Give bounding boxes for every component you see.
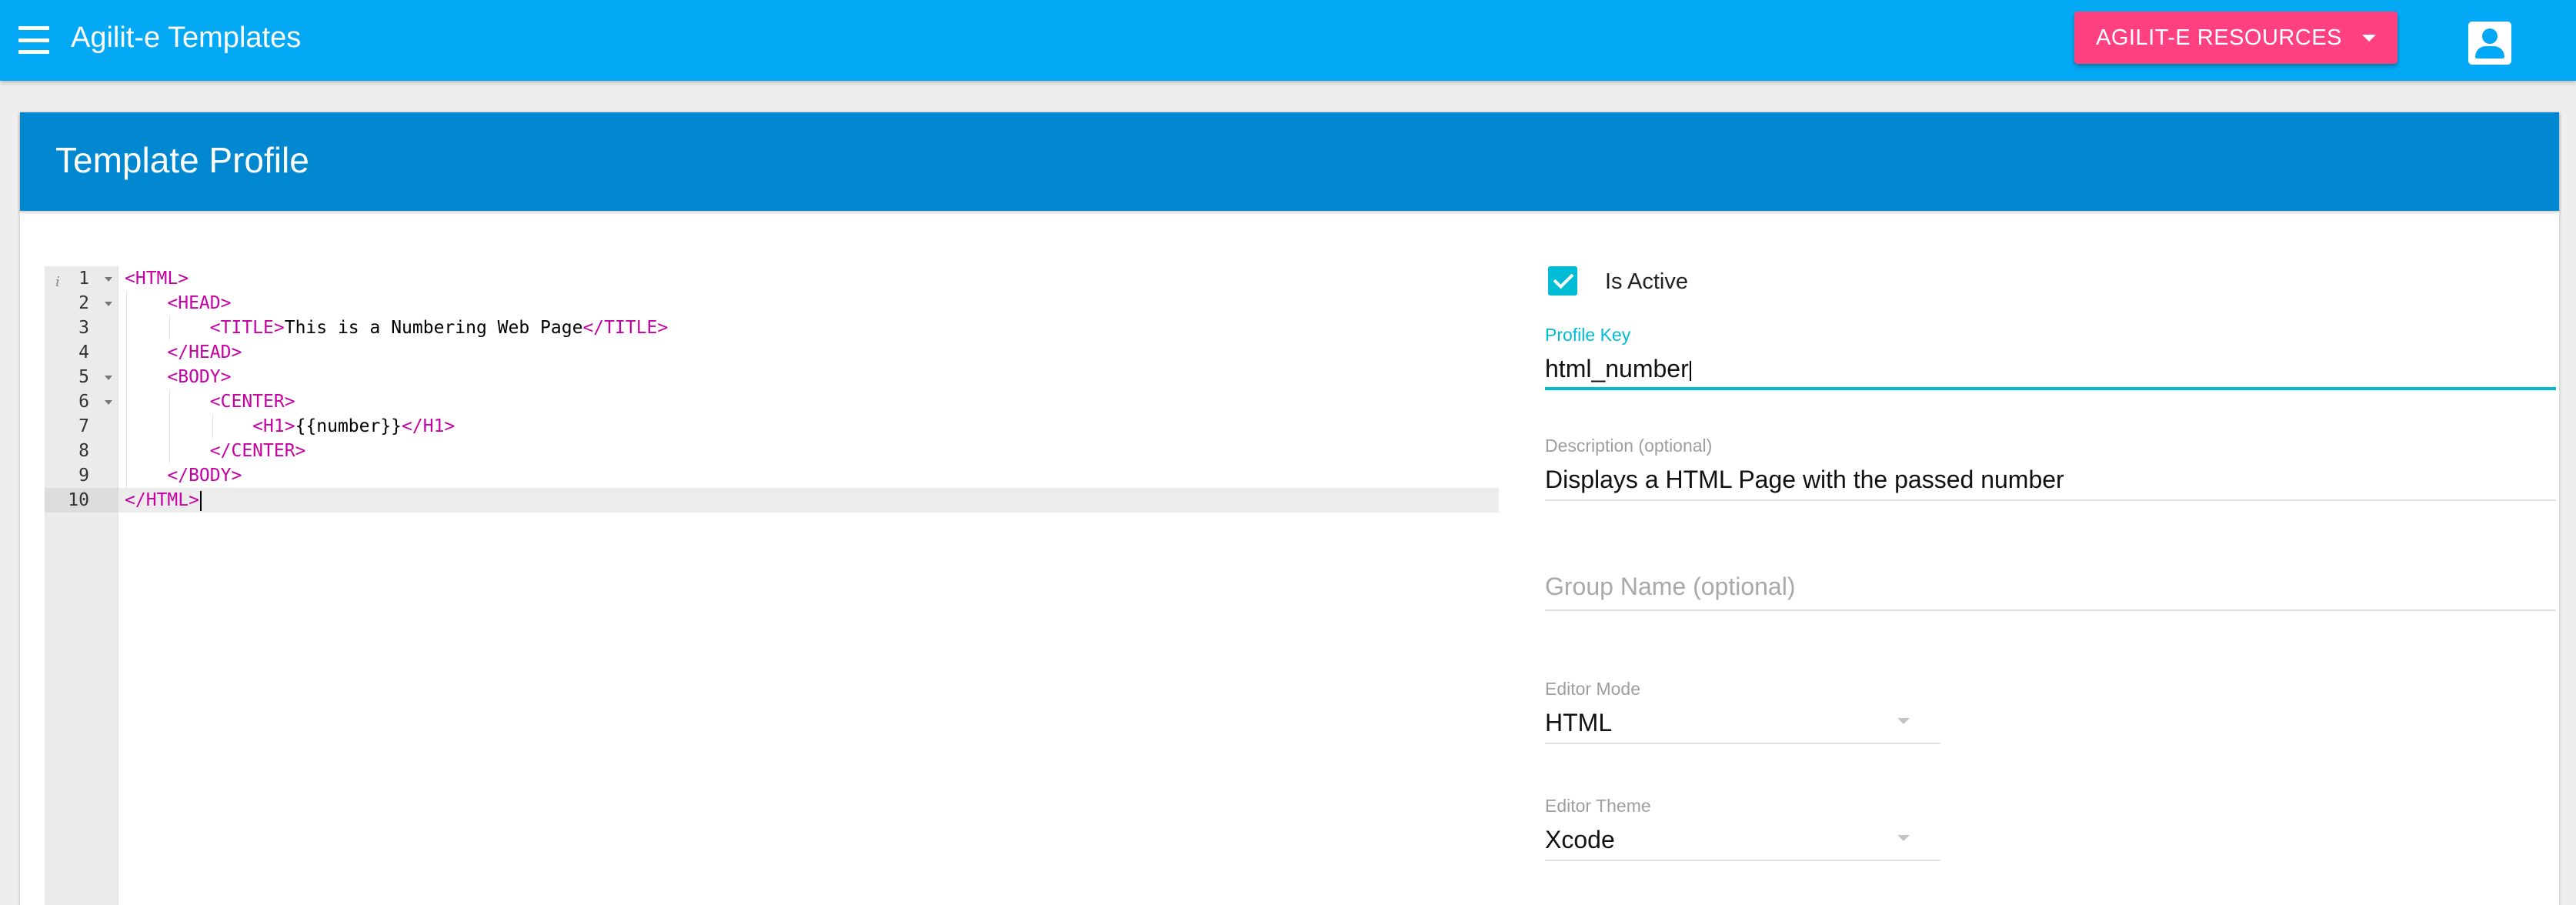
editor-mode-select[interactable]: Editor Mode HTML: [1545, 679, 1940, 744]
code-tag: <H1>: [252, 416, 295, 436]
editor-code-area[interactable]: <HTML> <HEAD> <TITLE>This is a Numbering…: [118, 266, 1499, 905]
line-number: 8: [45, 439, 118, 463]
template-profile-card: Template Profile 1 i 2 3 4 5 6 7 8 9 10 <HTML> <HE…: [20, 112, 2559, 905]
line-number: 1i: [45, 266, 118, 291]
description-underline: [1545, 499, 2556, 501]
code-tag: </CENTER>: [209, 441, 306, 461]
editor-theme-value: Xcode: [1545, 826, 1615, 853]
group-name-underline: [1545, 609, 2556, 611]
app-title: Agilit-e Templates: [71, 22, 302, 54]
code-tag: <TITLE>: [209, 318, 285, 338]
code-line[interactable]: <HTML>: [118, 266, 1499, 291]
chevron-down-icon[interactable]: [1897, 718, 1910, 724]
caret-down-icon: [2362, 34, 2376, 42]
text-cursor: [199, 490, 202, 511]
fold-arrow-icon[interactable]: [105, 376, 112, 380]
fold-arrow-icon[interactable]: [105, 302, 112, 306]
line-number-text: 6: [78, 392, 89, 412]
page-title: Template Profile: [55, 140, 309, 180]
account-box-icon[interactable]: [2468, 22, 2511, 65]
line-number-text: 9: [78, 466, 89, 486]
code-tag: </HEAD>: [167, 342, 242, 362]
profile-key-underline: [1545, 387, 2556, 390]
profile-key-label: Profile Key: [1545, 325, 1631, 345]
code-tag: <HEAD>: [167, 293, 232, 313]
code-tag: </H1>: [402, 416, 455, 436]
profile-form: Is Active Profile Key html_number Descri…: [1525, 266, 2556, 905]
code-text: This is a Numbering Web Page: [284, 318, 583, 338]
line-number: 5: [45, 365, 118, 389]
group-name-input[interactable]: Group Name (optional): [1545, 569, 2556, 603]
description-field[interactable]: Description (optional) Displays a HTML P…: [1545, 436, 2556, 501]
profile-key-field[interactable]: Profile Key html_number: [1545, 325, 2556, 390]
code-line[interactable]: </HEAD>: [118, 340, 1499, 365]
code-line[interactable]: <CENTER>: [118, 389, 1499, 414]
editor-theme-label: Editor Theme: [1545, 796, 1651, 816]
line-number-text: 3: [78, 318, 89, 338]
code-line[interactable]: <H1>{{number}}</H1>: [118, 414, 1499, 439]
text-cursor: [1689, 360, 1691, 381]
code-line[interactable]: <HEAD>: [118, 291, 1499, 316]
card-header: Template Profile: [20, 112, 2559, 211]
description-input[interactable]: Displays a HTML Page with the passed num…: [1545, 463, 2556, 496]
editor-theme-underline: [1545, 860, 1940, 861]
editor-theme-select[interactable]: Editor Theme Xcode: [1545, 796, 1940, 861]
indent-guide: [169, 316, 170, 340]
line-number-text: 4: [78, 342, 89, 362]
fold-arrow-icon[interactable]: [105, 277, 112, 282]
line-number-text: 2: [78, 293, 89, 313]
resources-button-label: AGILIT-E RESOURCES: [2095, 25, 2342, 50]
indent-guide: [126, 291, 127, 488]
description-label: Description (optional): [1545, 436, 1713, 456]
menu-icon[interactable]: [18, 26, 49, 54]
indent-guide: [169, 389, 170, 463]
code-tag: </TITLE>: [582, 318, 669, 338]
line-number-text: 8: [78, 441, 89, 461]
code-line[interactable]: </HTML>: [118, 488, 1499, 513]
line-number: 7: [45, 414, 118, 439]
profile-key-input[interactable]: html_number: [1545, 352, 2556, 386]
line-number-text: 1: [78, 269, 89, 289]
indent-guide: [212, 414, 213, 439]
code-editor[interactable]: 1 i 2 3 4 5 6 7 8 9 10 <HTML> <HEAD> <TITLE>This i…: [45, 266, 1499, 905]
code-line[interactable]: <BODY>: [118, 365, 1499, 389]
code-tag: </HTML>: [125, 490, 199, 510]
code-tag: <BODY>: [167, 367, 232, 387]
line-number: 2: [45, 291, 118, 316]
editor-mode-label: Editor Mode: [1545, 679, 1641, 699]
line-number: 3: [45, 316, 118, 340]
code-text: {{number}}: [295, 416, 402, 436]
line-number: 4: [45, 340, 118, 365]
agilit-e-resources-button[interactable]: AGILIT-E RESOURCES: [2074, 12, 2397, 64]
group-name-field[interactable]: Group Name (optional): [1545, 569, 2556, 611]
chevron-down-icon[interactable]: [1897, 835, 1910, 841]
line-number: 10: [45, 488, 118, 513]
editor-mode-underline: [1545, 743, 1940, 744]
code-line[interactable]: <TITLE>This is a Numbering Web Page</TIT…: [118, 316, 1499, 340]
fold-arrow-icon[interactable]: [105, 400, 112, 405]
line-number-text: 10: [68, 490, 89, 510]
line-number-text: 7: [78, 416, 89, 436]
code-tag: </BODY>: [167, 466, 242, 486]
app-bar: Agilit-e Templates AGILIT-E RESOURCES: [0, 0, 2576, 81]
line-number-text: 5: [78, 367, 89, 387]
is-active-label: Is Active: [1605, 269, 1688, 294]
code-tag: <HTML>: [125, 269, 189, 289]
code-line[interactable]: </CENTER>: [118, 439, 1499, 463]
is-active-checkbox[interactable]: [1548, 266, 1577, 296]
line-number: 9: [45, 463, 118, 488]
line-number: 6: [45, 389, 118, 414]
code-tag: <CENTER>: [209, 392, 295, 412]
code-line[interactable]: </BODY>: [118, 463, 1499, 488]
editor-gutter: 1 i 2 3 4 5 6 7 8 9 10: [45, 266, 118, 905]
editor-mode-value: HTML: [1545, 709, 1613, 736]
